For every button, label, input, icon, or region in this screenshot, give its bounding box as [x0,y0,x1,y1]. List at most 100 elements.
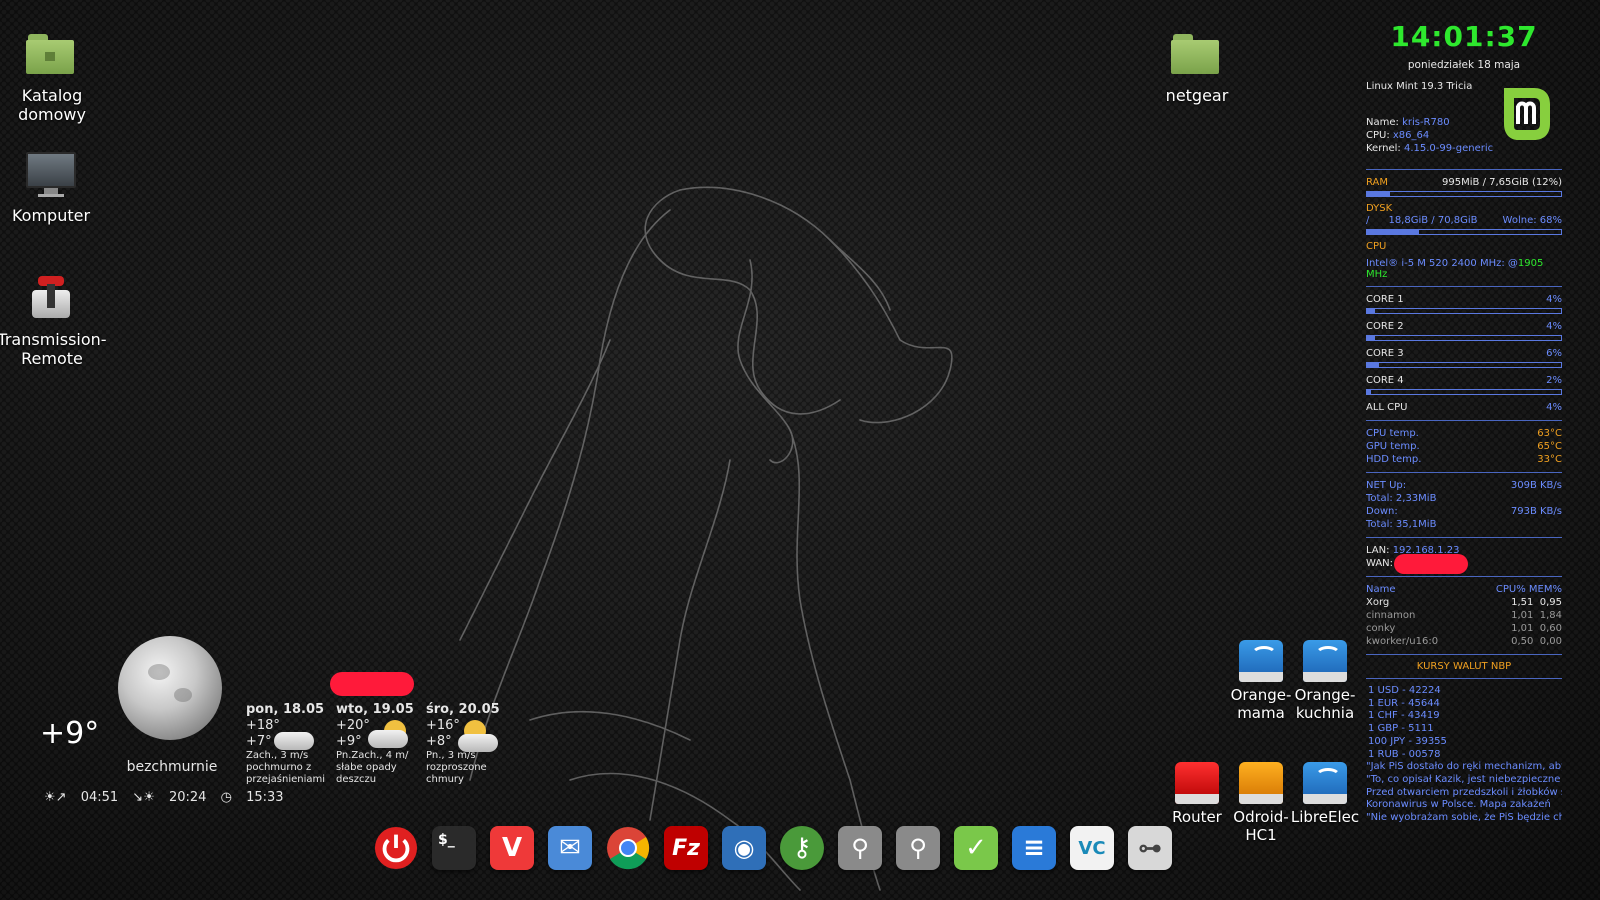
document-launcher[interactable]: ≡ [1012,826,1056,870]
forecast-date: pon, 18.05 [246,702,325,717]
network-drive-icon [1303,640,1347,682]
desktop-icon-computer[interactable]: Komputer [0,152,106,225]
currency-rate: 1 EUR - 45644 [1368,697,1440,709]
sunset-time: 20:24 [168,790,207,805]
partly-sunny-icon [454,720,500,752]
core-label: CORE 3 [1366,348,1404,359]
currency-rate: 100 JPY - 39355 [1368,735,1447,747]
checkmark-icon: ✓ [965,833,987,863]
net-up-label: NET Up: [1366,480,1407,491]
news-headline[interactable]: "To, co opisał Kazik, jest niebezpieczne… [1366,774,1562,787]
disk-label: DYSK [1366,203,1393,214]
toggle-icon: ⊶ [1138,834,1162,862]
camera-icon: ◉ [733,834,755,862]
divider [1366,472,1562,473]
dock-panel: $_ V ✉ Fz ◉ ⚷ ⚲ ⚲ ✓ ≡ VC ⊶ [374,826,1172,874]
home-folder-icon [26,32,78,80]
tasks-launcher[interactable]: ✓ [954,826,998,870]
veracrypt-launcher[interactable]: VC [1070,826,1114,870]
daylight-icon: ◷ [220,790,232,805]
disk-value: 18,8GiB / 70,8GiB [1388,215,1478,226]
core-value: 2% [1546,375,1562,386]
mail-launcher[interactable]: ✉ [548,826,592,870]
desktop-icon-transmission[interactable]: Transmission- Remote [0,276,107,368]
core-bar [1366,362,1562,368]
settings-launcher[interactable]: ⊶ [1128,826,1172,870]
news-headline[interactable]: Przed otwarciem przedszkoli i żłobków sp [1366,787,1562,800]
vivaldi-icon: V [501,833,523,863]
keepass-launcher[interactable]: ⚷ [780,826,824,870]
sunset-icon: ↘☀ [132,790,155,805]
net-down-value: 793B KB/s [1510,506,1562,517]
camera-launcher[interactable]: ◉ [722,826,766,870]
forecast-wind: Pn.Zach., 4 m/ [336,750,409,761]
temp-value: 63°C [1537,428,1562,439]
news-headline[interactable]: "Nie wyobrażam sobie, że PiS będzie chci… [1366,812,1562,825]
temp-value: 33°C [1537,454,1562,465]
drive-orange-kuchnia[interactable]: Orange- kuchnia [1285,640,1365,722]
process-name: Xorg [1366,597,1390,608]
forecast-desc: chmury [426,774,464,785]
ram-bar [1366,191,1562,197]
forecast-desc: pochmurno z [246,762,312,773]
ram-value: 995MiB / 7,65GiB (12%) [1442,177,1562,188]
divider [1366,537,1562,538]
moon-icon [118,636,222,740]
process-mem: 0,00 [1539,636,1562,647]
desktop-icon-label: Komputer [11,206,91,225]
desktop-icon-label: netgear [1165,86,1229,105]
desktop-icon-netgear[interactable]: netgear [1142,32,1252,105]
terminal-icon: $_ [438,832,455,848]
usb-launcher-2[interactable]: ⚲ [896,826,940,870]
process-name: kworker/u16:0 [1366,636,1439,647]
currency-title: KURSY WALUT NBP [1416,661,1512,672]
currency-rate: 1 GBP - 5111 [1368,723,1434,735]
red-drive-icon [1175,762,1219,804]
linux-mint-logo-icon [1488,88,1550,140]
sunrise-icon: ☀↗ [44,790,67,805]
core-value: 6% [1546,348,1562,359]
computer-icon [25,152,77,200]
divider [1366,576,1562,577]
cpu-section-label: CPU [1366,241,1387,252]
kernel-version: 4.15.0-99-generic [1403,143,1494,154]
proc-header-stats: CPU% MEM% [1495,584,1562,595]
terminal-launcher[interactable]: $_ [432,826,476,870]
usb-launcher-1[interactable]: ⚲ [838,826,882,870]
core-bar [1366,308,1562,314]
divider [1366,420,1562,421]
temp-label: HDD temp. [1366,454,1422,465]
news-headline[interactable]: Koronawirus w Polsce. Mapa zakażeń [1366,799,1562,812]
drive-libreelec[interactable]: LibreElec [1285,762,1365,826]
core-value: 4% [1546,294,1562,305]
temp-label: GPU temp. [1366,441,1420,452]
chrome-launcher[interactable] [606,826,650,870]
currency-rate: 1 USD - 42224 [1368,685,1441,696]
orange-drive-icon [1239,762,1283,804]
lan-label: LAN: [1366,545,1390,556]
desktop-icon-label: Katalog [21,86,83,105]
ram-label: RAM [1366,177,1389,188]
forecast-desc: przejaśnieniami [246,774,326,785]
power-button[interactable] [374,826,418,870]
filezilla-launcher[interactable]: Fz [664,826,708,870]
process-mem: 0,95 [1539,597,1562,608]
news-headline[interactable]: "Jak PiS dostało do ręki mechanizm, aby … [1366,761,1562,774]
drive-label: kuchnia [1295,704,1355,722]
currency-rate: 1 CHF - 43419 [1368,710,1440,722]
core-label: CORE 2 [1366,321,1404,332]
network-drive-icon [1239,640,1283,682]
desktop-icon-home[interactable]: Katalog domowy [0,32,107,124]
vivaldi-launcher[interactable]: V [490,826,534,870]
disk-free: Wolne: 68% [1502,215,1562,226]
clock-time: 14:01:37 [1390,20,1538,53]
kernel-label: Kernel: [1366,143,1401,154]
redaction-mark [330,672,414,696]
sky-condition: bezchmurnie [126,759,218,775]
usb-icon: ⚲ [909,834,927,862]
drive-label: Orange- [1294,686,1356,704]
process-cpu: 0,50 [1511,636,1534,647]
sun-times: ☀↗ 04:51 ↘☀ 20:24 ◷ 15:33 [44,790,294,805]
divider [1366,286,1562,287]
cpu-arch: x86_64 [1392,130,1430,141]
